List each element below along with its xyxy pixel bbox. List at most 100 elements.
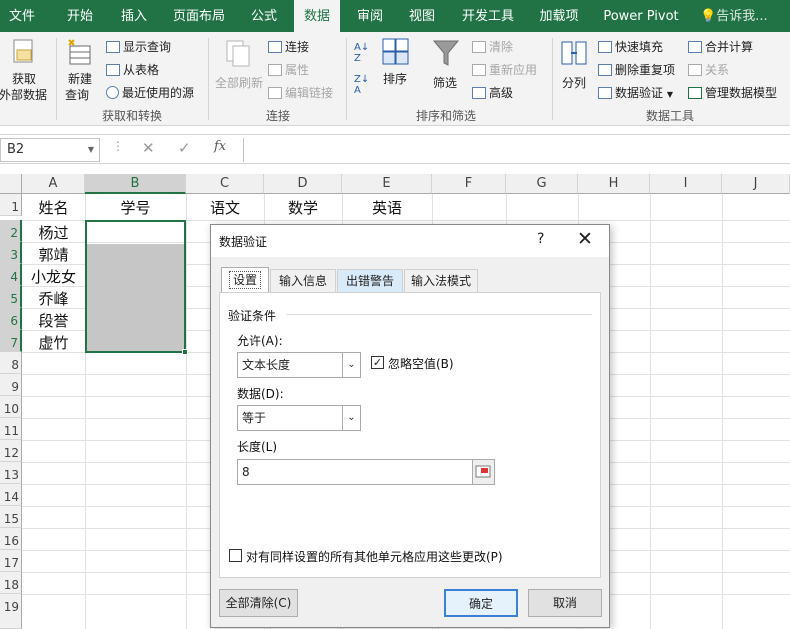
row-header[interactable]: 12 [0, 440, 22, 462]
row-header[interactable]: 11 [0, 418, 22, 440]
allow-select[interactable]: 文本长度 ⌄ [237, 352, 361, 378]
reapply-button[interactable]: 重新应用 [472, 61, 537, 78]
tab-insert[interactable]: 插入 [112, 0, 156, 32]
row-header[interactable]: 4 [0, 264, 22, 286]
cell-a1[interactable]: 姓名 [22, 196, 85, 218]
row-header[interactable]: 3 [0, 242, 22, 264]
tab-page-layout[interactable]: 页面布局 [166, 0, 232, 32]
row-header[interactable]: 19 [0, 594, 22, 629]
sort-button[interactable]: 排序 [378, 36, 414, 96]
get-external-data-button[interactable]: 获取 外部数据 [0, 36, 50, 102]
from-table-button[interactable]: 从表格 [106, 61, 159, 78]
flash-fill-button[interactable]: 快速填充 [598, 38, 663, 55]
column-header-b[interactable]: B [85, 174, 186, 194]
name-box[interactable]: B2 ▼ [0, 138, 100, 162]
dialog-title-bar[interactable]: 数据验证 ? ✕ [211, 225, 609, 257]
formula-input[interactable] [243, 138, 790, 162]
sort-ascending-button[interactable]: A↓ Z [354, 42, 369, 64]
consolidate-button[interactable]: 合并计算 [688, 38, 753, 55]
data-select[interactable]: 等于 ⌄ [237, 405, 361, 431]
cell-a7[interactable]: 虚竹 [22, 331, 85, 353]
text-to-columns-button[interactable]: 分列 [556, 36, 592, 102]
tab-home[interactable]: 开始 [58, 0, 102, 32]
tab-review[interactable]: 审阅 [348, 0, 392, 32]
row-header[interactable]: 7 [0, 330, 22, 352]
close-icon[interactable]: ✕ [577, 228, 593, 250]
sort-descending-button[interactable]: Z↓ A [354, 74, 369, 96]
manage-data-model-button[interactable]: 管理数据模型 [688, 84, 777, 101]
tab-ime-mode[interactable]: 输入法模式 [404, 269, 478, 293]
cell-c1[interactable]: 语文 [186, 196, 264, 218]
clear-all-button[interactable]: 全部清除(C) [219, 589, 298, 617]
row-header[interactable]: 14 [0, 484, 22, 506]
clear-filter-button[interactable]: 清除 [472, 38, 513, 55]
column-header-e[interactable]: E [342, 174, 432, 194]
ignore-blank-checkbox[interactable]: ✓ [371, 356, 384, 369]
column-header-h[interactable]: H [578, 174, 650, 194]
cell-a6[interactable]: 段誉 [22, 309, 85, 331]
row-header[interactable]: 9 [0, 374, 22, 396]
row-header[interactable]: 6 [0, 308, 22, 330]
row-header[interactable]: 8 [0, 352, 22, 374]
recent-sources-button[interactable]: 最近使用的源 [106, 84, 194, 101]
tell-me-box[interactable]: 💡告诉我... [700, 0, 788, 32]
cell-b1[interactable]: 学号 [85, 196, 186, 218]
tab-data[interactable]: 数据 [294, 0, 340, 32]
data-validation-button[interactable]: 数据验证 ▼ [598, 84, 673, 101]
cancel-button[interactable]: 取消 [528, 589, 602, 617]
tab-formulas[interactable]: 公式 [242, 0, 286, 32]
cell-a4[interactable]: 小龙女 [22, 265, 85, 287]
row-header[interactable]: 18 [0, 572, 22, 594]
help-button[interactable]: ? [537, 231, 544, 247]
fill-handle[interactable] [182, 349, 188, 355]
connections-button[interactable]: 连接 [268, 38, 309, 55]
cell-a3[interactable]: 郭靖 [22, 243, 85, 265]
row-header[interactable]: 1 [0, 194, 22, 216]
new-query-button[interactable]: 新建 查询 [60, 36, 102, 102]
show-queries-button[interactable]: 显示查询 [106, 38, 171, 55]
remove-duplicates-button[interactable]: 删除重复项 [598, 61, 675, 78]
range-select-button[interactable] [472, 460, 494, 484]
tab-file[interactable]: 文件 [0, 0, 44, 32]
filter-button[interactable]: 筛选 [426, 36, 466, 96]
row-header[interactable]: 5 [0, 286, 22, 308]
row-header[interactable]: 2 [0, 220, 22, 242]
ignore-blank-label[interactable]: 忽略空值(B) [388, 355, 454, 372]
ok-button[interactable]: 确定 [444, 589, 518, 617]
column-header-a[interactable]: A [22, 174, 85, 194]
row-header[interactable]: 17 [0, 550, 22, 572]
tab-settings[interactable]: 设置 [221, 267, 269, 293]
cell-a2[interactable]: 杨过 [22, 221, 85, 243]
confirm-entry-icon[interactable]: ✓ [178, 139, 191, 157]
relationships-button[interactable]: 关系 [688, 61, 729, 78]
cell-d1[interactable]: 数学 [264, 196, 342, 218]
tab-input-message[interactable]: 输入信息 [270, 269, 336, 293]
edit-links-button[interactable]: 编辑链接 [268, 84, 333, 101]
column-header-i[interactable]: I [650, 174, 722, 194]
tab-error-alert[interactable]: 出错警告 [337, 269, 403, 293]
select-all-corner[interactable] [0, 174, 22, 194]
tab-addins[interactable]: 加载项 [533, 0, 585, 32]
row-header[interactable]: 16 [0, 528, 22, 550]
tab-power-pivot[interactable]: Power Pivot [600, 0, 682, 32]
column-header-f[interactable]: F [432, 174, 506, 194]
column-header-c[interactable]: C [186, 174, 264, 194]
properties-button[interactable]: 属性 [268, 61, 309, 78]
column-header-d[interactable]: D [264, 174, 342, 194]
length-input[interactable]: 8 [237, 459, 495, 485]
row-header[interactable]: 15 [0, 506, 22, 528]
apply-all-label[interactable]: 对有同样设置的所有其他单元格应用这些更改(P) [246, 548, 503, 565]
cell-e1[interactable]: 英语 [342, 196, 432, 218]
cancel-entry-icon[interactable]: ✕ [142, 139, 155, 157]
apply-all-checkbox[interactable] [229, 549, 242, 562]
cell-a5[interactable]: 乔峰 [22, 287, 85, 309]
tab-view[interactable]: 视图 [400, 0, 444, 32]
refresh-all-button[interactable]: 全部刷新 [212, 36, 266, 102]
column-header-g[interactable]: G [506, 174, 578, 194]
tab-developer[interactable]: 开发工具 [458, 0, 518, 32]
column-header-j[interactable]: J [722, 174, 790, 194]
insert-function-icon[interactable]: fx [214, 139, 226, 154]
advanced-filter-button[interactable]: 高级 [472, 84, 513, 101]
row-header[interactable]: 13 [0, 462, 22, 484]
row-header[interactable]: 10 [0, 396, 22, 418]
